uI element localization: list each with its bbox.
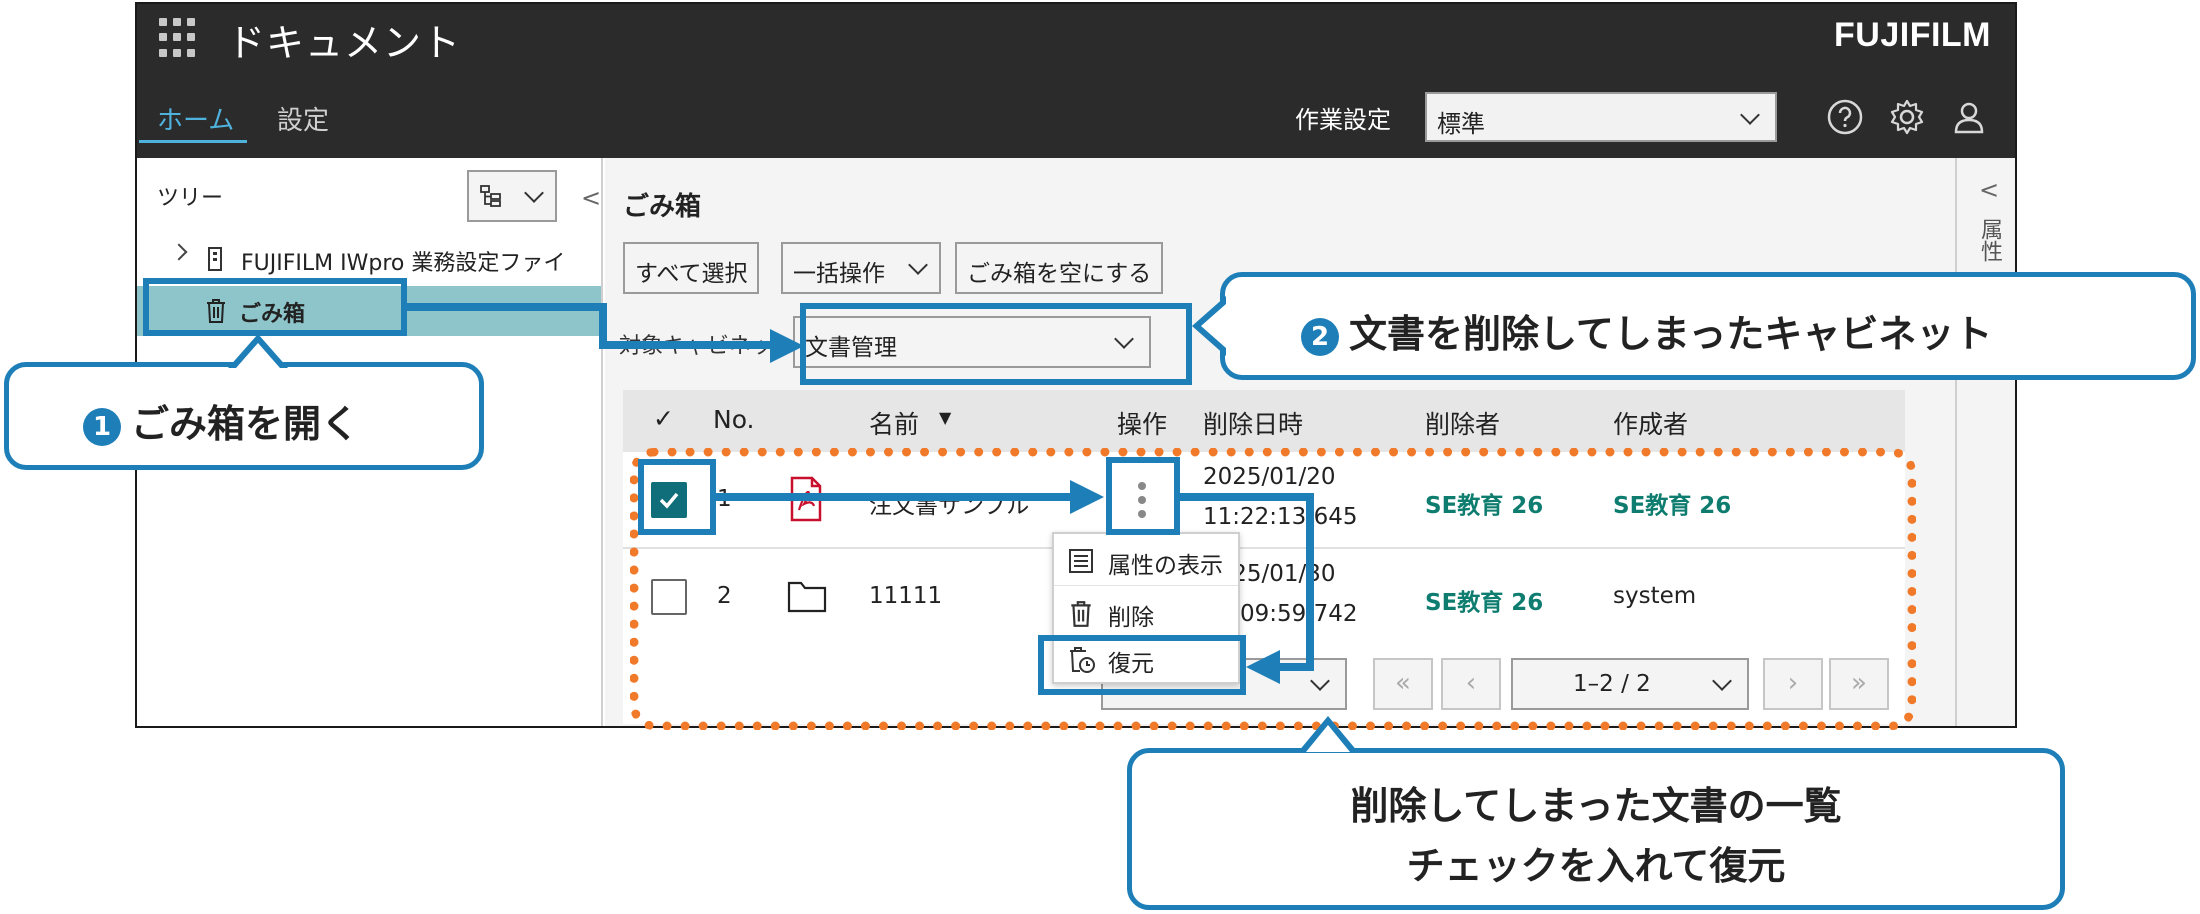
tab-home-underline (139, 140, 247, 143)
expand-right-icon[interactable]: < (1979, 176, 1999, 204)
attribute-pane-label: 属性 (1977, 218, 2002, 262)
help-icon[interactable] (1827, 99, 1863, 135)
user-icon[interactable] (1951, 99, 1987, 135)
chevron-down-icon (1740, 105, 1760, 125)
empty-trash-button[interactable]: ごみ箱を空にする (955, 242, 1164, 294)
col-deleted-by: 削除者 (1425, 410, 1501, 439)
menu-button-highlight (1106, 457, 1180, 535)
bulk-operation-label: 一括操作 (793, 261, 885, 287)
tab-settings[interactable]: 設定 (277, 100, 329, 137)
callout-pointer (228, 334, 288, 368)
sort-down-icon[interactable]: ▼ (939, 408, 951, 427)
table-header: ✓ No. 名前 ▼ 操作 削除日時 削除者 作成者 (623, 390, 1905, 452)
callout-deleted-list: 削除してしまった文書の一覧 チェックを入れて復元 (1127, 748, 2065, 910)
arrow-3 (1276, 663, 1314, 671)
step-badge: 1 (83, 407, 121, 446)
callout-cabinet: 2 文書を削除してしまったキャビネット (1220, 272, 2196, 380)
app-grid-icon[interactable] (159, 18, 199, 58)
tree-label: ツリー (157, 186, 224, 211)
restore-highlight (1038, 635, 1246, 695)
col-created-by: 作成者 (1613, 410, 1689, 439)
brand-logo: FUJIFILM (1834, 16, 1991, 54)
app-title: ドキュメント (227, 21, 462, 65)
tree-item-fujifilm[interactable]: FUJIFILM IWpro 業務設定ファイ (137, 234, 601, 284)
arrow-1 (407, 303, 605, 311)
col-op: 操作 (1117, 410, 1168, 439)
arrow-3 (1180, 493, 1314, 501)
callout-text: 文書を削除してしまったキャビネット (1349, 312, 1993, 356)
tree-item-label: FUJIFILM IWpro 業務設定ファイ (241, 251, 566, 276)
col-no: No. (713, 405, 755, 434)
tree-view-button[interactable] (467, 170, 557, 222)
tab-home[interactable]: ホーム (157, 100, 234, 137)
check-all-header[interactable]: ✓ (653, 404, 674, 433)
callout-text: チェックを入れて復元 (1406, 844, 1786, 888)
attribute-pane: < 属性 (1955, 158, 2015, 726)
step-badge: 2 (1301, 317, 1339, 356)
callout-pointer (1192, 296, 1226, 356)
arrow-1 (599, 341, 779, 349)
callout-text: 削除してしまった文書の一覧 (1350, 784, 1842, 828)
callout-pointer (1298, 716, 1358, 752)
gear-icon[interactable] (1889, 99, 1925, 135)
col-deleted-at: 削除日時 (1203, 410, 1304, 439)
work-setting-select[interactable]: 標準 (1425, 92, 1777, 142)
arrow-2 (716, 493, 1076, 501)
select-all-button[interactable]: すべて選択 (623, 242, 760, 294)
arrow-head-1 (770, 329, 804, 363)
building-icon (208, 247, 222, 271)
bulk-operation-button[interactable]: 一括操作 (781, 242, 941, 294)
checkbox-highlight (638, 459, 716, 535)
chevron-right-icon[interactable] (170, 243, 188, 261)
cabinet-highlight (800, 303, 1192, 385)
chevron-down-icon (524, 183, 544, 203)
trash-highlight (143, 278, 407, 336)
tree-structure-icon (480, 185, 501, 207)
deleted-list-highlight (630, 448, 1916, 730)
arrow-head-2 (1070, 480, 1104, 514)
arrow-3 (1306, 493, 1314, 671)
arrow-head-3 (1246, 650, 1280, 684)
collapse-left-icon[interactable]: < (581, 184, 601, 212)
top-bar: ドキュメント FUJIFILM ホーム 設定 作業設定 標準 (137, 4, 2015, 158)
page-title: ごみ箱 (623, 192, 702, 222)
col-name[interactable]: 名前 (869, 405, 919, 441)
chevron-down-icon (908, 255, 928, 275)
work-setting-label: 作業設定 (1295, 106, 1391, 134)
work-setting-value: 標準 (1437, 110, 1485, 138)
callout-open-trash: 1 ごみ箱を開く (4, 362, 484, 470)
callout-text: ごみ箱を開く (131, 402, 360, 446)
